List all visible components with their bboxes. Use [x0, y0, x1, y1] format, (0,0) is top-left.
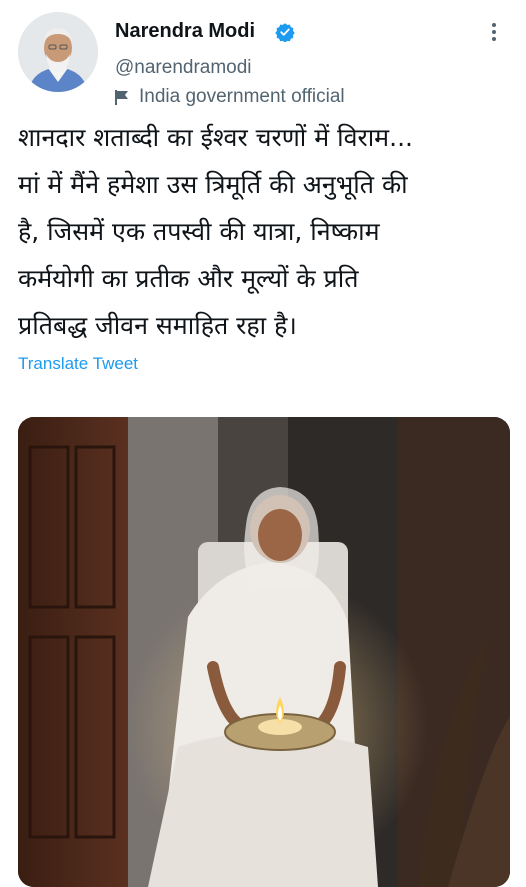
tweet-line: शानदार शताब्दी का ईश्वर चरणों में विराम.… [18, 123, 413, 152]
tweet-photo[interactable] [18, 417, 510, 887]
account-label[interactable]: India government official [113, 86, 345, 108]
account-label-text: India government official [139, 86, 345, 107]
verified-badge-icon [275, 23, 295, 42]
photo-image [18, 417, 510, 887]
tweet-text: शानदार शताब्दी का ईश्वर चरणों में विराम.… [18, 114, 514, 349]
display-name[interactable]: Narendra Modi [115, 20, 255, 43]
flag-icon [115, 90, 128, 105]
avatar-image [18, 12, 98, 92]
more-options-icon[interactable] [484, 20, 504, 50]
tweet-line: है, जिसमें एक तपस्वी की यात्रा, निष्काम [18, 217, 380, 246]
tweet-line: कर्मयोगी का प्रतीक और मूल्यों के प्रति [18, 264, 359, 293]
tweet-line: मां में मैंने हमेशा उस त्रिमूर्ति की अनु… [18, 170, 408, 199]
avatar[interactable] [18, 12, 98, 92]
tweet-line: प्रतिबद्ध जीवन समाहित रहा है। [18, 311, 297, 340]
tweet-header: Narendra Modi @narendramodi India govern… [0, 0, 526, 110]
translate-tweet-link[interactable]: Translate Tweet [18, 354, 138, 374]
user-handle[interactable]: @narendramodi [115, 57, 252, 79]
